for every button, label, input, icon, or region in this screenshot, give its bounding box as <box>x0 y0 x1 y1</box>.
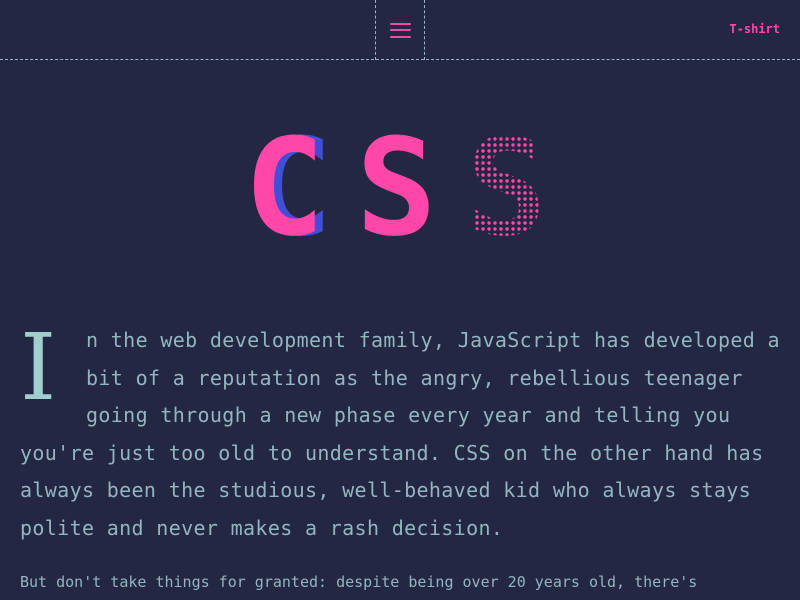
hero-logo: C C S S <box>0 100 800 270</box>
logo-letter-s-solid: S <box>356 110 437 266</box>
hamburger-menu-icon <box>389 22 411 38</box>
intro-paragraph: In the web development family, JavaScrip… <box>20 322 780 547</box>
article: In the web development family, JavaScrip… <box>20 322 780 597</box>
drop-cap: I <box>20 314 57 421</box>
logo-letter-s-halftone: S <box>466 110 547 266</box>
second-paragraph: But don't take things for granted: despi… <box>20 573 698 591</box>
logo-letter-c: C <box>244 110 325 266</box>
menu-button[interactable] <box>375 0 425 60</box>
intro-text: n the web development family, JavaScript… <box>20 328 780 540</box>
tshirt-link[interactable]: T-shirt <box>729 22 780 36</box>
top-bar: T-shirt <box>0 0 800 60</box>
page: T-shirt C C S S In the web development f… <box>0 0 800 600</box>
css-logo: C C S S <box>244 110 547 266</box>
